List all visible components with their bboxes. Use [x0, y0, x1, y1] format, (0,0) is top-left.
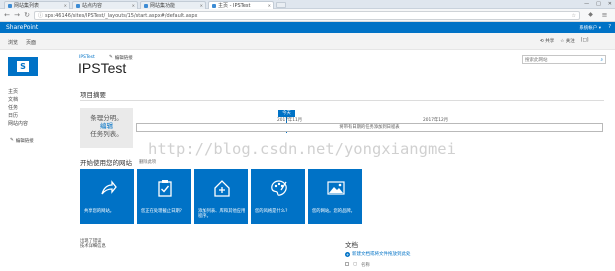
close-tab-icon[interactable]: ✕: [132, 3, 135, 8]
getting-started-heading: 开始使用您的网站: [80, 159, 132, 167]
newsfeed-error: 出现了错误 技术详细信息: [80, 239, 106, 249]
page-info-icon: ⓘ: [38, 13, 44, 19]
share-button[interactable]: ⟲ 共享: [540, 38, 554, 44]
browser-tab[interactable]: 站点内容 ✕: [72, 1, 138, 9]
blog-watermark: http://blog.csdn.net/yongxiangmei: [148, 140, 456, 158]
url-input[interactable]: ⓘ sps:46146/sites/IPSTest/_layouts/15/st…: [34, 11, 580, 20]
reload-icon[interactable]: ↻: [23, 11, 31, 19]
no-tasks-line2: 任务列表。: [90, 130, 123, 138]
pencil-icon: ✎: [10, 138, 14, 143]
edit-links-label: 编辑链接: [15, 139, 34, 144]
browser-tab-active[interactable]: 主页 - IPSTest ✕: [208, 1, 274, 9]
ribbon-bar: 浏览 页面 ⟲ 共享 ☆ 关注 [□]: [0, 33, 615, 50]
follow-button[interactable]: ☆ 关注: [560, 38, 574, 44]
tab-favicon-icon: [212, 3, 216, 8]
url-text: sps:46146/sites/IPSTest/_layouts/15/star…: [45, 12, 198, 19]
maximize-icon[interactable]: □: [596, 1, 601, 8]
help-icon[interactable]: ?: [608, 24, 611, 30]
star-icon: ☆: [560, 39, 565, 44]
forward-icon[interactable]: →: [13, 11, 21, 19]
tile-caption: 共享您的网站。: [84, 209, 115, 214]
share-icon: ⟲: [540, 39, 544, 44]
no-tasks-line1: 条理分明。: [90, 114, 123, 122]
no-tasks-panel: 条理分明。 编辑 任务列表。: [80, 108, 133, 148]
tile-caption: 添加列表、库和其他应用程序。: [198, 209, 246, 219]
tab-label: 网站集功能: [150, 3, 176, 9]
quicklaunch-item-site-contents[interactable]: 网站内容: [8, 120, 28, 127]
tile-deadlines[interactable]: 您正在处理截止日期?: [137, 169, 191, 224]
tab-label: 站点内容: [82, 3, 103, 9]
add-icon: +: [345, 251, 350, 257]
project-summary-heading: 项目摘要: [80, 91, 106, 99]
edit-task-list-link[interactable]: 编辑: [80, 122, 133, 130]
close-tab-icon[interactable]: ✕: [64, 3, 67, 8]
quicklaunch-item-calendar[interactable]: 日历: [8, 112, 18, 119]
minimize-icon[interactable]: —: [584, 1, 589, 8]
technical-details-link[interactable]: 技术详细信息: [80, 244, 106, 249]
documents-heading: 文档: [345, 241, 358, 249]
sharepoint-logo-icon: S: [17, 61, 29, 72]
tab-label: 网站集列表: [14, 3, 40, 9]
address-bar: ← → ↻ ⓘ sps:46146/sites/IPSTest/_layouts…: [0, 9, 615, 22]
documents-header-row: ▢ 名称: [345, 262, 370, 268]
bookmark-star-icon[interactable]: ☆: [572, 13, 576, 19]
close-window-icon[interactable]: ✕: [608, 1, 612, 8]
site-logo[interactable]: S: [8, 57, 38, 76]
tab-favicon-icon: [8, 3, 12, 8]
tab-label: 主页 - IPSTest: [218, 3, 251, 9]
tile-caption: 您的网站。您的品牌。: [312, 209, 355, 214]
close-tab-icon[interactable]: ✕: [268, 3, 271, 8]
tile-caption: 您的风格是什么?: [255, 209, 288, 214]
tile-caption: 您正在处理截止日期?: [141, 209, 182, 214]
share-icon: [101, 180, 117, 195]
share-label: 共享: [545, 39, 555, 44]
sharepoint-brand[interactable]: SharePoint: [6, 24, 38, 31]
browser-tab[interactable]: 网站集列表 ✕: [4, 1, 70, 9]
tab-browse[interactable]: 浏览: [8, 39, 18, 46]
close-tab-icon[interactable]: ✕: [200, 3, 203, 8]
new-document-label: 新建文档或将文件拖放到此处: [352, 252, 411, 257]
follow-label: 关注: [565, 39, 575, 44]
extension-icon[interactable]: ◆: [586, 11, 595, 20]
timeline-bar[interactable]: 将带有日期的任务添加到日程表: [136, 123, 603, 132]
summary-divider: [80, 100, 604, 101]
tile-share-site[interactable]: 共享您的网站。: [80, 169, 134, 224]
new-tab-button[interactable]: [276, 2, 286, 8]
site-title: IPSTest: [78, 60, 127, 76]
clipboard-check-icon: [158, 180, 172, 197]
today-badge: 今天: [278, 110, 295, 117]
back-icon[interactable]: ←: [3, 11, 11, 19]
search-icon[interactable]: ⌕: [600, 57, 603, 63]
edit-links-left[interactable]: ✎ 编辑链接: [10, 138, 34, 144]
add-app-icon: [214, 180, 230, 197]
remove-this-link[interactable]: 删除此项: [139, 159, 156, 165]
tab-page[interactable]: 页面: [26, 39, 36, 46]
user-menu[interactable]: 系统帐户 ▾: [579, 25, 601, 31]
picture-icon: [327, 181, 345, 195]
tab-favicon-icon: [144, 3, 148, 8]
file-type-icon: ▢: [353, 262, 358, 267]
menu-icon[interactable]: ≡: [600, 11, 609, 20]
select-all-checkbox[interactable]: [345, 262, 349, 266]
quicklaunch-item-documents[interactable]: 文档: [8, 96, 18, 103]
focus-button[interactable]: [□]: [581, 38, 589, 44]
tile-add-apps[interactable]: 添加列表、库和其他应用程序。: [194, 169, 248, 224]
quicklaunch-item-home[interactable]: 主页: [8, 88, 18, 95]
quicklaunch-item-tasks[interactable]: 任务: [8, 104, 18, 111]
timeline-placeholder: 将带有日期的任务添加到日程表: [339, 125, 400, 130]
browser-tab[interactable]: 网站集功能 ✕: [140, 1, 206, 9]
site-search-input[interactable]: 搜索此网站 ⌕: [522, 55, 606, 64]
tile-style[interactable]: 您的风格是什么?: [251, 169, 305, 224]
search-placeholder: 搜索此网站: [525, 57, 548, 63]
palette-icon: [271, 180, 287, 196]
tab-favicon-icon: [76, 3, 80, 8]
new-document-link[interactable]: + 新建文档或将文件拖放到此处: [345, 251, 411, 257]
browser-tab-bar: 网站集列表 ✕ 站点内容 ✕ 网站集功能 ✕ 主页 - IPSTest ✕ — …: [0, 0, 615, 9]
tile-brand[interactable]: 您的网站。您的品牌。: [308, 169, 362, 224]
column-header-name[interactable]: 名称: [361, 262, 370, 268]
sharepoint-suite-bar: SharePoint 系统帐户 ▾ ?: [0, 22, 615, 33]
